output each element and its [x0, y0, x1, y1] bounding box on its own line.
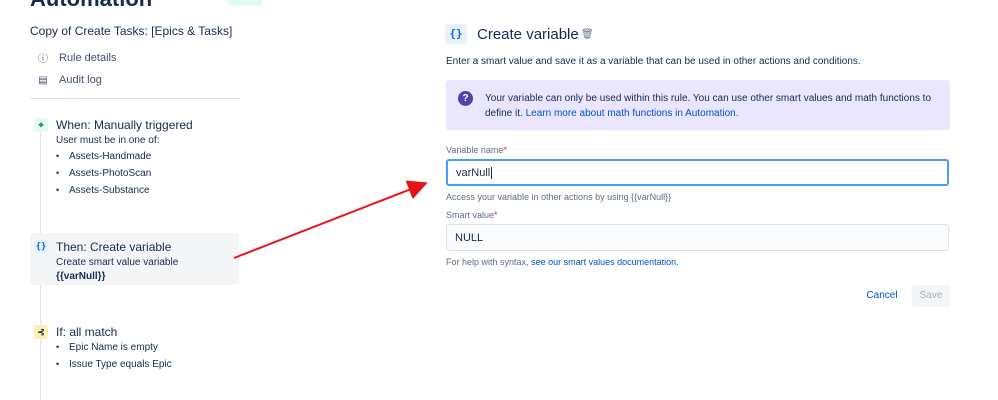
annotation-arrow — [233, 180, 428, 259]
